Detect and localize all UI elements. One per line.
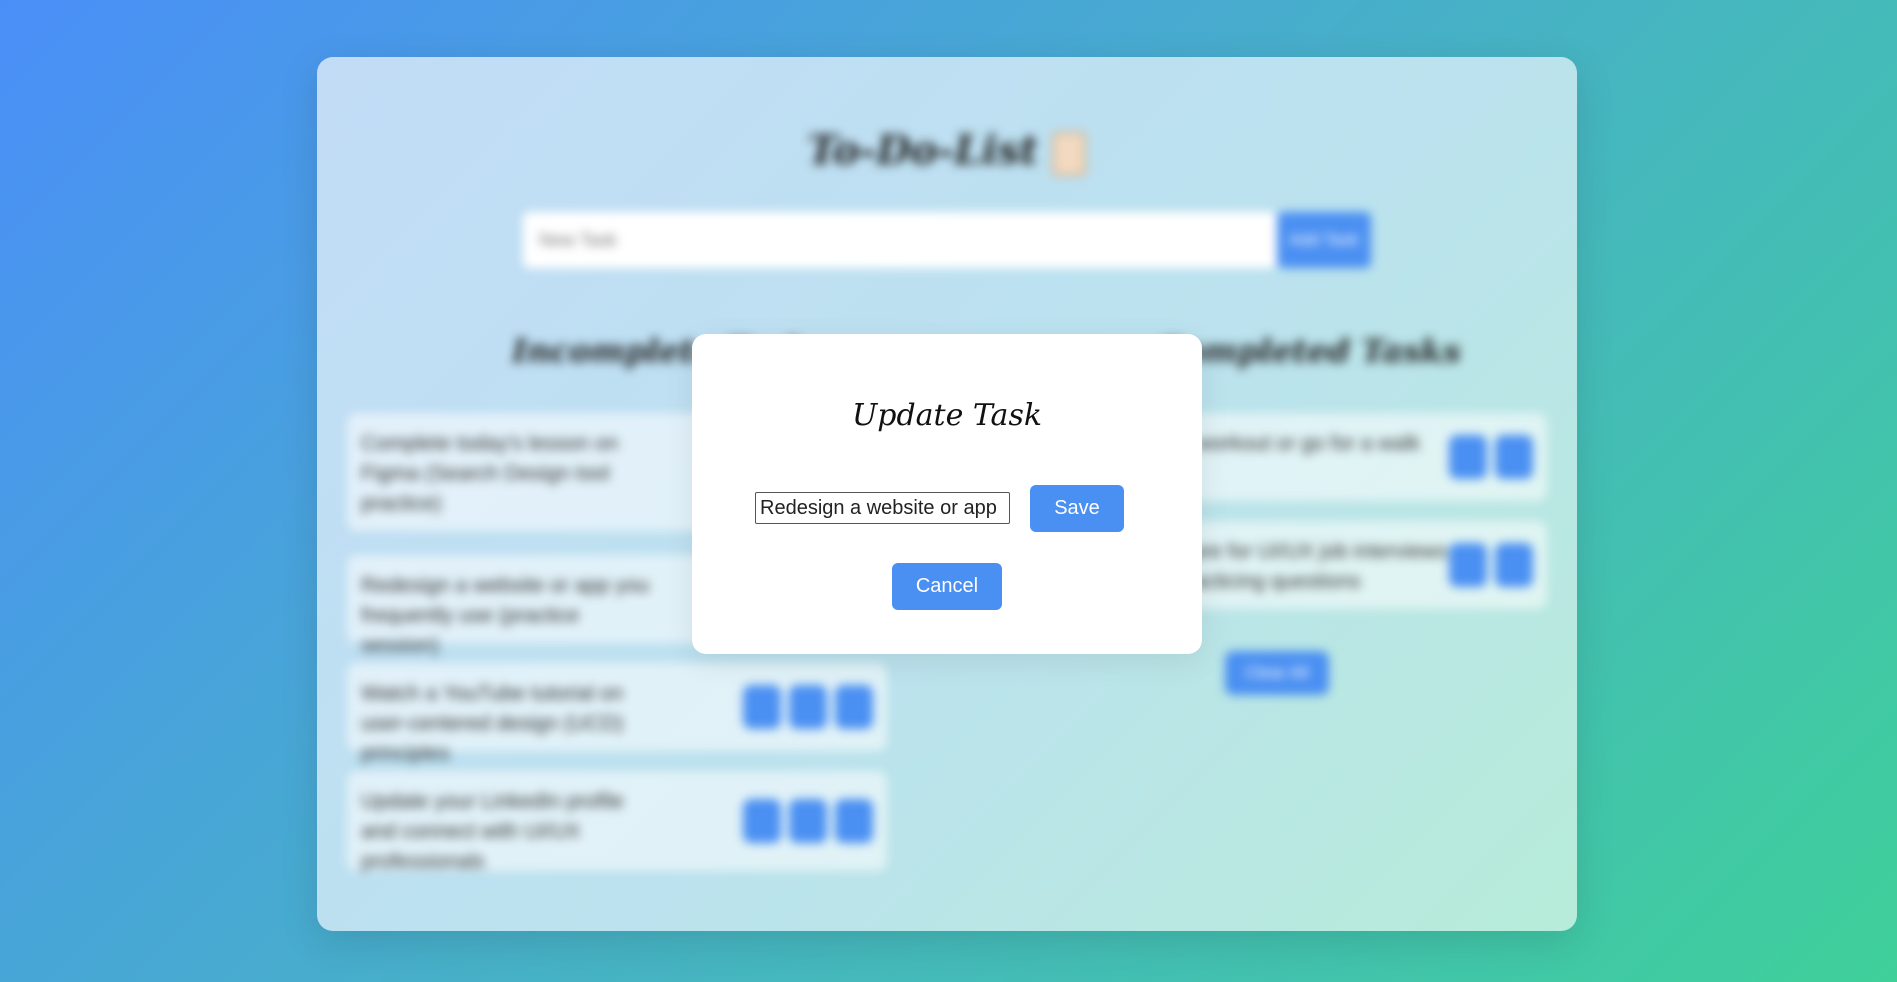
cancel-button[interactable]: Cancel (892, 563, 1002, 610)
modal-overlay: Update Task Save Cancel (0, 0, 1897, 982)
update-task-input[interactable] (755, 492, 1010, 524)
save-button[interactable]: Save (1030, 485, 1124, 532)
update-task-modal: Update Task Save Cancel (692, 334, 1202, 654)
modal-title: Update Task (851, 398, 1043, 433)
